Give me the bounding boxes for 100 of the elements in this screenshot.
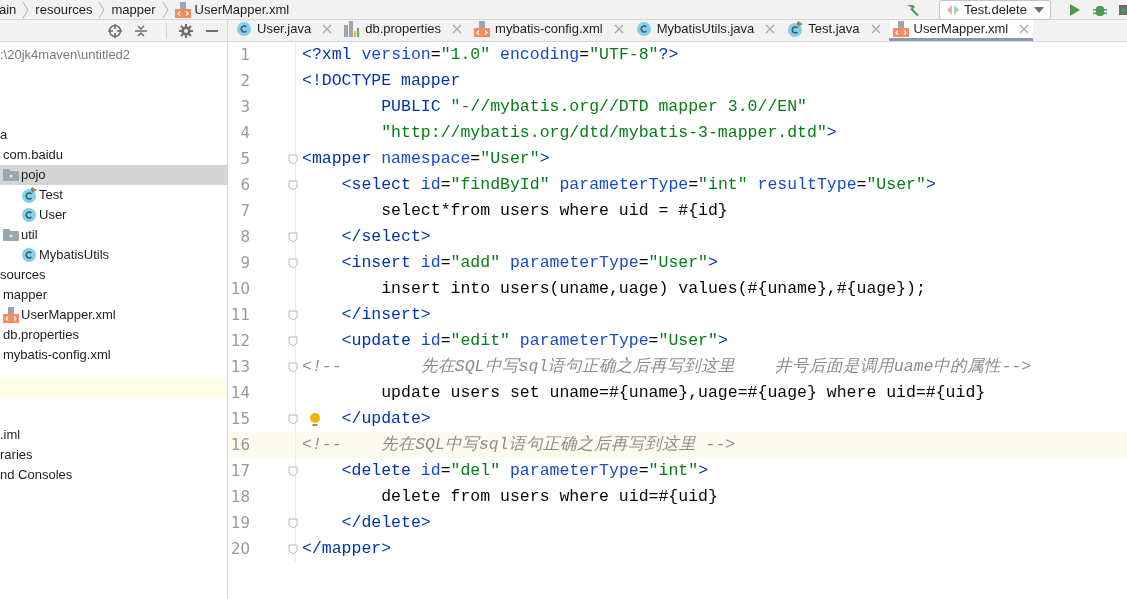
- xml-file-icon: [892, 21, 909, 37]
- tree-item[interactable]: pojo: [0, 165, 227, 185]
- code-token: =: [440, 175, 451, 194]
- breadcrumb-item[interactable]: ain: [0, 0, 17, 20]
- fold-marker-icon[interactable]: [288, 413, 298, 425]
- editor-tab[interactable]: User.java: [232, 20, 337, 41]
- code-token: parameterType: [509, 253, 639, 272]
- code-token: <!DOCTYPE mapper: [302, 71, 461, 90]
- code-token: </mapper>: [302, 539, 392, 558]
- tree-item[interactable]: .iml: [0, 425, 227, 445]
- code-token: <select: [341, 175, 412, 194]
- fold-marker-icon[interactable]: [288, 517, 298, 529]
- fold-marker-icon[interactable]: [288, 231, 298, 243]
- code-token: =: [470, 149, 481, 168]
- code-token: =: [638, 253, 649, 272]
- fold-marker-icon[interactable]: [288, 543, 298, 555]
- fold-marker-icon[interactable]: [288, 335, 298, 347]
- close-icon[interactable]: [1019, 24, 1030, 34]
- chevron-icon: [98, 0, 106, 19]
- crosshair-icon[interactable]: [108, 23, 122, 38]
- class-icon: [635, 21, 652, 37]
- tree-item[interactable]: util: [0, 225, 227, 245]
- code-token: =: [440, 253, 451, 272]
- code-token: >: [826, 123, 837, 142]
- line-number: 20: [229, 538, 250, 560]
- fold-marker-icon[interactable]: [288, 179, 298, 191]
- tree-item[interactable]: Test: [0, 185, 227, 205]
- line-number: 3: [239, 96, 250, 118]
- code-token: "del": [450, 461, 502, 480]
- code-token: "-//mybatis.org//DTD mapper 3.0//EN": [450, 97, 807, 116]
- tree-item[interactable]: mapper: [0, 285, 227, 305]
- editor-tab[interactable]: mybatis-config.xml: [470, 20, 628, 41]
- debug-icon[interactable]: [1093, 3, 1107, 17]
- code-token: =: [638, 461, 649, 480]
- java-run-icon: [946, 3, 960, 17]
- code-token: =: [440, 331, 451, 350]
- xml-file-icon: [174, 1, 191, 18]
- tree-item[interactable]: User: [0, 205, 227, 225]
- tree-item[interactable]: mybatis-config.xml: [0, 345, 227, 365]
- code-token: <?xml: [302, 45, 353, 64]
- code-token: >: [539, 149, 550, 168]
- tree-item[interactable]: com.baidu: [0, 145, 227, 165]
- tree-item[interactable]: raries: [0, 445, 227, 465]
- fold-marker-icon[interactable]: [288, 257, 298, 269]
- fold-marker-icon[interactable]: [288, 465, 298, 477]
- line-number: 19: [229, 512, 250, 534]
- lightbulb-icon[interactable]: [309, 412, 321, 426]
- fold-marker-icon[interactable]: [288, 153, 298, 165]
- run-icon[interactable]: [1069, 3, 1081, 17]
- collapse-all-icon[interactable]: [134, 23, 148, 38]
- close-icon[interactable]: [322, 24, 333, 34]
- code-token: =: [648, 331, 659, 350]
- breadcrumb-item[interactable]: mapper: [111, 0, 156, 20]
- code-token: <update: [341, 331, 412, 350]
- fold-marker-icon[interactable]: [288, 309, 298, 321]
- folder-icon: [3, 167, 19, 183]
- line-number: 6: [239, 174, 250, 196]
- xml-file-icon: [3, 307, 19, 323]
- tree-item[interactable]: MybatisUtils: [0, 245, 227, 265]
- code-token: "User": [866, 175, 926, 194]
- editor-tab[interactable]: UserMapper.xml: [888, 20, 1034, 41]
- tree-item[interactable]: sources: [0, 265, 227, 285]
- code-token: <mapper: [302, 149, 373, 168]
- tree-item[interactable]: db.properties: [0, 325, 227, 345]
- code-token: "edit": [450, 331, 511, 350]
- code-token: delete from users where uid=#{uid}: [381, 487, 718, 506]
- editor-tab[interactable]: Test.java: [783, 20, 885, 41]
- properties-file-icon: [344, 21, 361, 37]
- code-token: parameterType: [519, 331, 649, 350]
- line-number: 12: [229, 330, 250, 352]
- editor-tab[interactable]: MybatisUtils.java: [631, 20, 780, 41]
- close-icon[interactable]: [452, 24, 463, 34]
- code-token: </delete>: [341, 513, 431, 532]
- tree-item[interactable]: a: [0, 125, 227, 145]
- tree-item[interactable]: UserMapper.xml: [0, 305, 227, 325]
- editor-tab[interactable]: db.properties: [340, 20, 467, 41]
- close-icon[interactable]: [765, 24, 776, 34]
- code-token: encoding: [500, 45, 580, 64]
- code-token: PUBLIC: [381, 97, 442, 116]
- close-icon[interactable]: [613, 24, 624, 34]
- code-token: version: [361, 45, 431, 64]
- code-token: insert into users(uname,uage) values(#{uname},#{uage});: [381, 279, 926, 298]
- breadcrumb-item[interactable]: resources: [35, 0, 93, 20]
- fold-marker-icon[interactable]: [288, 361, 298, 373]
- code-token: >: [708, 253, 718, 272]
- breadcrumb-item[interactable]: UserMapper.xml: [174, 0, 290, 20]
- close-icon[interactable]: [870, 24, 881, 34]
- tree-item[interactable]: nd Consoles: [0, 465, 227, 485]
- code-token: "findById": [450, 175, 551, 194]
- line-number: 2: [239, 70, 250, 92]
- coverage-icon[interactable]: [1119, 3, 1127, 17]
- code-token: <insert: [341, 253, 412, 272]
- settings-icon[interactable]: [179, 23, 193, 38]
- run-configuration-dropdown[interactable]: Test.delete: [939, 0, 1051, 20]
- code-token: id: [420, 175, 441, 194]
- code-token: </insert>: [341, 305, 431, 324]
- code-comment: <!-- 先在SQL中写sql语句正确之后再写到这里 -->: [302, 435, 736, 454]
- dropdown-caret-icon: [1034, 7, 1044, 13]
- line-number: 16: [229, 434, 250, 456]
- code-token: parameterType: [559, 175, 689, 194]
